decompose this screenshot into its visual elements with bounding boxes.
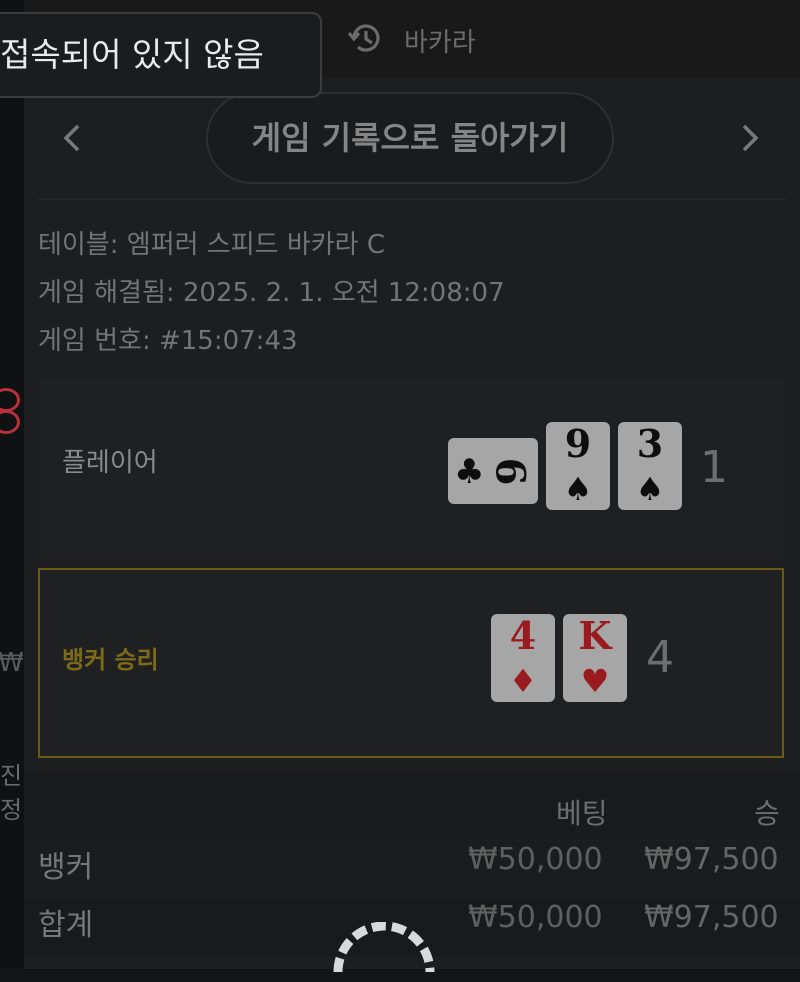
banker-total: 4 xyxy=(646,632,674,683)
card-suit: ♣ xyxy=(454,452,485,492)
table-name: 테이블: 엠퍼러 스피드 바카라 C xyxy=(38,230,386,260)
player-total: 1 xyxy=(700,442,728,493)
bets-table-header xyxy=(24,772,800,840)
row-win: ₩97,500 xyxy=(644,900,779,935)
player-card-3: 3 ♠ xyxy=(618,422,682,510)
game-number: 게임 번호: #15:07:43 xyxy=(38,326,298,356)
header-win: 승 xyxy=(754,797,780,830)
player-label: 플레이어 xyxy=(62,448,158,478)
chevron-left-icon[interactable] xyxy=(58,118,88,158)
card-suit: ♠ xyxy=(635,470,665,508)
background-text: 정 xyxy=(0,796,23,824)
card-rank: 9 xyxy=(564,421,592,466)
row-label: 뱅커 xyxy=(38,850,94,885)
header-title: 바카라 xyxy=(404,28,476,58)
banker-card-2: K ♥ xyxy=(563,614,627,702)
back-to-history-button[interactable]: 게임 기록으로 돌아가기 xyxy=(206,92,614,184)
divider xyxy=(38,198,786,200)
row-win: ₩97,500 xyxy=(644,842,779,877)
row-bet: ₩50,000 xyxy=(468,842,603,877)
chevron-right-icon[interactable] xyxy=(734,118,764,158)
row-label: 합계 xyxy=(38,908,94,943)
banker-win-label: 뱅커 승리 xyxy=(62,646,159,674)
player-card-2: 9 ♠ xyxy=(546,422,610,510)
loading-spinner-icon xyxy=(333,922,435,973)
red-ring-decoration xyxy=(0,388,20,412)
banker-card-1: 4 ♦ xyxy=(491,614,555,702)
row-bet: ₩50,000 xyxy=(468,900,603,935)
background-currency: ₩ xyxy=(0,648,24,678)
card-rank: 6 xyxy=(486,457,534,486)
header-bet: 베팅 xyxy=(556,797,608,830)
background-app-strip: ₩ 진 정 xyxy=(0,0,24,969)
background-text: 진 xyxy=(0,762,23,790)
red-ring-decoration xyxy=(0,410,20,434)
card-suit: ♠ xyxy=(563,470,593,508)
card-rank: 3 xyxy=(636,421,664,466)
history-icon[interactable] xyxy=(346,20,382,56)
table-row: 뱅커 ₩50,000 ₩97,500 xyxy=(24,842,800,898)
game-history-panel: 바카라 게임 기록으로 돌아가기 테이블: 엠퍼러 스피드 바카라 C 게임 해… xyxy=(24,0,800,973)
card-suit: ♥ xyxy=(580,662,610,700)
connection-status-tooltip: 접속되어 있지 않음 xyxy=(0,12,322,98)
player-card-1: ♣ 6 xyxy=(448,438,538,504)
card-suit: ♦ xyxy=(508,662,538,700)
card-rank: 4 xyxy=(509,613,537,658)
card-rank: K xyxy=(578,613,612,658)
game-resolved-time: 게임 해결됨: 2025. 2. 1. 오전 12:08:07 xyxy=(38,278,505,308)
